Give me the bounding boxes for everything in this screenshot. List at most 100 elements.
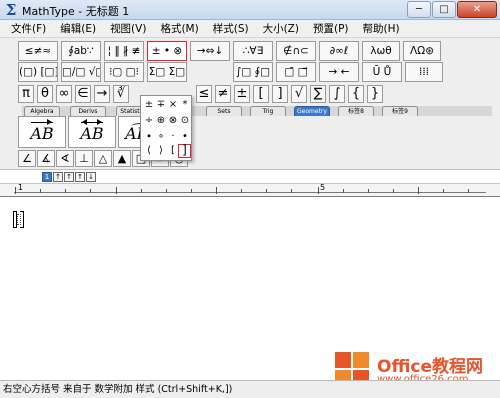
cube-root-symbol[interactable]: ∛ <box>113 85 129 103</box>
times-cell[interactable]: × <box>167 99 179 111</box>
ruler-label: 1 <box>18 183 24 192</box>
arrow-symbols-palette[interactable]: →⇔↓ <box>190 41 230 61</box>
tab-sets[interactable]: Sets <box>206 106 242 116</box>
plus-minus-symbol[interactable]: ± <box>234 85 250 103</box>
fraction-radical-palette[interactable]: □/□ √□ <box>61 62 101 82</box>
menu-view[interactable]: 视图(V) <box>103 20 153 37</box>
logical-symbols-palette[interactable]: ∴∀∃ <box>233 41 273 61</box>
logo-piece <box>353 352 369 368</box>
matrix-palette[interactable]: ⁞⁞⁞ <box>405 62 443 82</box>
not-equal-symbol[interactable]: ≠ <box>215 85 231 103</box>
placeholder-box[interactable] <box>17 214 21 225</box>
summation-symbol[interactable]: ∑ <box>310 85 326 103</box>
tab-algebra[interactable]: Algebra <box>24 106 60 116</box>
angle-symbol[interactable]: ∠ <box>18 150 36 167</box>
right-arrow-symbol[interactable]: → <box>94 85 110 103</box>
menu-help[interactable]: 帮助(H) <box>356 20 407 37</box>
menu-file[interactable]: 文件(F) <box>4 20 53 37</box>
menu-style[interactable]: 样式(S) <box>206 20 256 37</box>
spherical-angle-symbol[interactable]: ∢ <box>56 150 74 167</box>
set-theory-palette[interactable]: ∉∩⊂ <box>276 41 316 61</box>
menu-edit[interactable]: 编辑(E) <box>53 20 103 37</box>
vector-double-arrow-template[interactable]: AB <box>68 116 116 148</box>
right-bracket-symbol[interactable]: ] <box>272 85 288 103</box>
tab-geometry[interactable]: Geometry <box>294 106 330 116</box>
white-bracket-template-slot[interactable] <box>13 211 24 228</box>
ruler-tick <box>443 189 444 193</box>
fence-templates-palette[interactable]: (□) [□] <box>18 62 58 82</box>
menu-size[interactable]: 大小(Z) <box>256 20 306 37</box>
minus-plus-cell[interactable]: ∓ <box>155 99 167 111</box>
summation-palette[interactable]: Σ□ Σ□ <box>147 62 187 82</box>
left-angle-cell[interactable]: ⟨ <box>143 145 155 157</box>
divide-cell[interactable]: ÷ <box>143 115 155 127</box>
subscript-superscript-palette[interactable]: ⁝▢ □⁝ <box>104 62 144 82</box>
logo-piece <box>335 352 351 368</box>
pi-symbol[interactable]: π <box>18 85 34 103</box>
ruler-tick <box>318 187 319 194</box>
square-root-symbol[interactable]: √ <box>291 85 307 103</box>
embellishments-palette[interactable]: ¦ ‖ ∦ ≢ <box>104 41 144 61</box>
menu-format[interactable]: 格式(M) <box>153 20 205 37</box>
window-controls: ─ □ ✕ <box>406 1 497 18</box>
measured-angle-symbol[interactable]: ∡ <box>37 150 55 167</box>
left-bracket-symbol[interactable]: [ <box>253 85 269 103</box>
circled-dot-cell[interactable]: ⊙ <box>179 115 191 127</box>
plus-minus-cell[interactable]: ± <box>143 99 155 111</box>
tool-down-button[interactable]: ↓ <box>86 172 96 182</box>
circled-times-cell[interactable]: ⊗ <box>167 115 179 127</box>
bullet-cell[interactable]: • <box>179 131 191 143</box>
integral-symbol[interactable]: ∫ <box>329 85 345 103</box>
status-bar: 右空心方括号 来自于 数学附加 样式 (Ctrl+Shift+K,]) <box>0 380 500 398</box>
spaces-ellipses-palette[interactable]: ∮ab∵ <box>61 41 101 61</box>
close-button[interactable]: ✕ <box>457 1 497 18</box>
menu-preferences[interactable]: 预置(P) <box>306 20 356 37</box>
ruler-tick <box>15 187 16 194</box>
ruler[interactable]: 1 5 <box>0 183 500 197</box>
theta-symbol[interactable]: θ <box>37 85 53 103</box>
ruler-tick <box>141 189 142 193</box>
relational-symbols-palette[interactable]: ≤≠≈ <box>18 41 58 61</box>
greek-lowercase-palette[interactable]: λωθ <box>362 41 400 61</box>
right-white-bracket-cell[interactable]: ] <box>178 144 191 158</box>
small-tools: 1 ↑ ↑ ↑ ↓ <box>42 172 97 182</box>
greek-uppercase-palette[interactable]: ΛΩ⊛ <box>403 41 441 61</box>
left-brace-symbol[interactable]: { <box>348 85 364 103</box>
tab-9[interactable]: 标签9 <box>382 106 418 116</box>
element-of-symbol[interactable]: ∈ <box>75 85 91 103</box>
products-set-palette[interactable]: Ū Ů <box>362 62 402 82</box>
asterisk-cell[interactable]: * <box>179 99 191 111</box>
vector-right-arrow-template[interactable]: AB <box>18 116 66 148</box>
perpendicular-symbol[interactable]: ⊥ <box>75 150 93 167</box>
window-title: MathType - 无标题 1 <box>22 5 130 18</box>
tool-up-2-button[interactable]: ↑ <box>64 172 74 182</box>
bullet-operator-cell[interactable]: ∙ <box>143 131 155 143</box>
infinity-symbol[interactable]: ∞ <box>56 85 72 103</box>
ruler-tick <box>65 189 66 193</box>
circled-plus-cell[interactable]: ⊕ <box>155 115 167 127</box>
ring-operator-cell[interactable]: ∘ <box>155 131 167 143</box>
tab-8[interactable]: 标签8 <box>338 106 374 116</box>
triangle-symbol[interactable]: △ <box>94 150 112 167</box>
right-brace-symbol[interactable]: } <box>367 85 383 103</box>
tool-1-button[interactable]: 1 <box>42 172 52 182</box>
template-palette-row: (□) [□] □/□ √□ ⁝▢ □⁝ Σ□ Σ□ ∫□ ∮□ □̄ □⃗ →… <box>18 62 446 82</box>
ruler-tick <box>191 189 192 193</box>
filled-triangle-symbol[interactable]: ▲ <box>113 150 131 167</box>
operator-dropdown-palette: ± ∓ × * ÷ ⊕ ⊗ ⊙ ⟨ ⟩ [ ] • · ∘ ∙ <box>140 95 192 161</box>
template-text: AB <box>80 124 104 143</box>
overbar-underbar-palette[interactable]: □̄ □⃗ <box>276 62 316 82</box>
right-angle-cell[interactable]: ⟩ <box>155 145 167 157</box>
operator-symbols-palette[interactable]: ± • ⊗ <box>147 41 187 61</box>
tool-up-1-button[interactable]: ↑ <box>53 172 63 182</box>
labeled-arrow-palette[interactable]: → ← <box>319 62 359 82</box>
less-equal-symbol[interactable]: ≤ <box>196 85 212 103</box>
integral-palette[interactable]: ∫□ ∮□ <box>233 62 273 82</box>
maximize-button[interactable]: □ <box>432 1 456 18</box>
tool-up-3-button[interactable]: ↑ <box>75 172 85 182</box>
middle-dot-cell[interactable]: · <box>167 131 179 143</box>
tab-derivs[interactable]: Derivs <box>70 106 106 116</box>
minimize-button[interactable]: ─ <box>407 1 431 18</box>
misc-symbols-palette[interactable]: ∂∞ℓ <box>319 41 359 61</box>
tab-trig[interactable]: Trig <box>250 106 286 116</box>
